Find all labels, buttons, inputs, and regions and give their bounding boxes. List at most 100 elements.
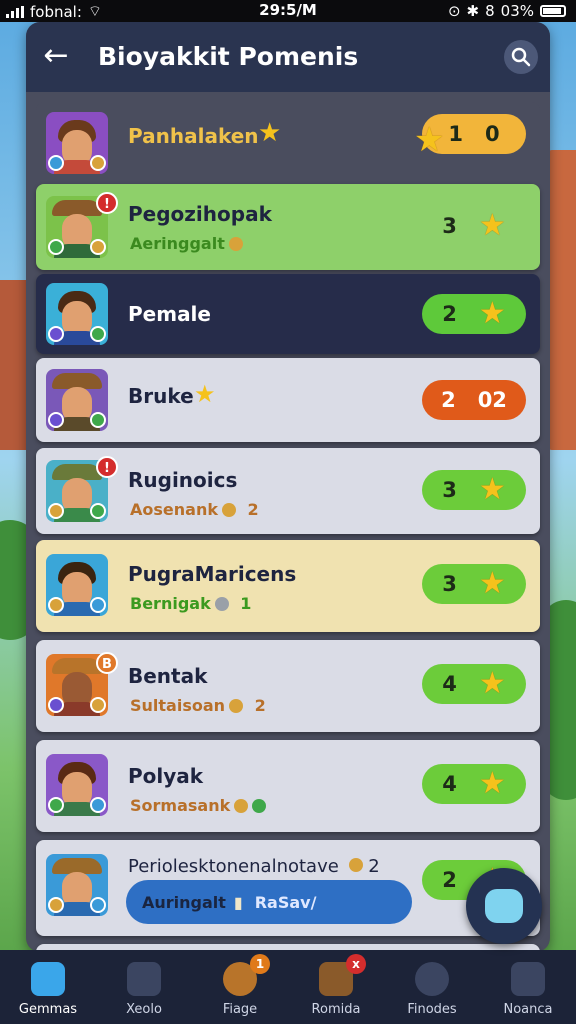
score-pill: 4 ★ [422, 664, 526, 704]
player-name: Periolesktonenalnotave 2 [128, 856, 380, 877]
toast-right-text: RaSav/ [254, 892, 317, 912]
house-icon [127, 962, 161, 996]
list-item[interactable]: Panhalaken ★ 1 0 ★ [36, 102, 540, 188]
avatar [46, 369, 108, 431]
list-item[interactable]: PugraMaricens Bernigak 1 3 ★ [36, 540, 540, 632]
player-name-number: 2 [368, 856, 380, 877]
refresh-icon [415, 962, 449, 996]
list-item[interactable]: Polyak Sormasank 4 ★ [36, 740, 540, 832]
player-name: Bentak [128, 664, 208, 688]
score-pill: 2 02 [422, 380, 526, 420]
score-value: 4 [442, 672, 457, 696]
bluetooth-icon: ✱ [466, 2, 480, 20]
nav-item-finodes[interactable]: Finodes [384, 950, 480, 1024]
player-name: PugraMaricens [128, 562, 297, 586]
notification-badge: ! [96, 456, 118, 478]
nav-badge: x [346, 954, 366, 974]
score-pill: 2 ★ [422, 294, 526, 334]
list-item[interactable]: B Bentak Sultaisoan 2 4 ★ [36, 640, 540, 732]
subtitle-text: Bernigak [130, 594, 211, 613]
nav-item-xeolo[interactable]: Xeolo [96, 950, 192, 1024]
page-title: Bioyakkit Pomenis [98, 42, 359, 71]
chat-icon [485, 889, 523, 923]
bottom-nav: Gemmas Xeolo 1 Fiage x Romida Finodes No… [0, 950, 576, 1024]
player-subtitle: Sultaisoan 2 [130, 696, 266, 715]
score-value: 3 [442, 572, 457, 596]
score-value: 1 [448, 122, 463, 146]
toast-bar[interactable]: Auringalt ▮ RaSav/ [126, 880, 412, 924]
camera-icon [511, 962, 545, 996]
player-name: Ruginoics [128, 468, 238, 492]
home-icon [31, 962, 65, 996]
chat-fab-button[interactable] [466, 868, 542, 944]
player-subtitle: Sormasank [130, 796, 267, 815]
list-item[interactable]: Bruke ★ 2 02 [36, 358, 540, 442]
subtitle-number: 1 [240, 594, 252, 613]
player-subtitle: Bernigak 1 [130, 594, 251, 613]
toast-left-text: Auringalt [142, 892, 226, 912]
alarm-icon: ⊙ [447, 2, 461, 20]
player-name-text: Periolesktonenalnotave [128, 856, 339, 877]
battery-percent: 03% [500, 2, 534, 20]
player-name: Polyak [128, 764, 204, 788]
avatar [46, 754, 108, 816]
score-value: 2 [442, 302, 457, 326]
nav-label: Finodes [407, 1002, 457, 1017]
list-item[interactable]: ! Ruginoics Aosenank 2 3 ★ [36, 448, 540, 534]
subtitle-text: Sormasank [130, 796, 231, 815]
score-pill: 3 ★ [422, 206, 526, 246]
coin-icon [252, 799, 267, 813]
score-pill: 3 ★ [422, 470, 526, 510]
player-name: Pemale [128, 302, 211, 326]
nav-label: Noanca [503, 1002, 553, 1017]
nav-item-gemmas[interactable]: Gemmas [0, 950, 96, 1024]
star-icon: ★ [194, 380, 216, 408]
nav-badge: 1 [250, 954, 270, 974]
subtitle-number: 2 [254, 696, 266, 715]
avatar [46, 854, 108, 916]
player-name: Panhalaken [128, 124, 259, 148]
list-item[interactable]: ! Pegozihopak Aeringgalt 3 ★ [36, 184, 540, 270]
score-secondary: 0 [485, 122, 500, 146]
list-item[interactable]: Pemale 2 ★ [36, 274, 540, 354]
notification-badge: B [96, 652, 118, 674]
nav-item-noanca[interactable]: Noanca [480, 950, 576, 1024]
score-value: 3 [442, 214, 457, 238]
score-pill: 4 ★ [422, 764, 526, 804]
player-name: Bruke [128, 384, 194, 408]
notification-badge: ! [96, 192, 118, 214]
coin-icon [234, 799, 249, 813]
nav-label: Gemmas [18, 1002, 78, 1017]
star-icon: ★ [414, 120, 445, 160]
star-icon: ★ [478, 566, 506, 601]
player-subtitle: Aosenank 2 [130, 500, 259, 519]
coin-icon [348, 858, 363, 872]
coin-icon [229, 699, 244, 713]
search-button[interactable] [504, 40, 538, 74]
coin-icon [214, 597, 229, 611]
score-value: 2 [441, 388, 456, 412]
nav-item-fiage[interactable]: 1 Fiage [192, 950, 288, 1024]
house-right [546, 150, 576, 450]
coin-icon [221, 503, 236, 517]
score-pill: 3 ★ [422, 564, 526, 604]
search-icon [511, 47, 531, 67]
subtitle-text: Aosenank [130, 500, 218, 519]
star-icon: ★ [478, 296, 506, 331]
star-icon: ★ [478, 472, 506, 507]
avatar [46, 283, 108, 345]
score-value: 3 [442, 478, 457, 502]
star-icon: ★ [478, 766, 506, 801]
score-value: 2 [442, 868, 457, 892]
tool-icon: ▮ [233, 892, 243, 912]
star-icon: ★ [478, 666, 506, 701]
nav-item-romida[interactable]: x Romida [288, 950, 384, 1024]
nav-label: Xeolo [126, 1002, 162, 1017]
nav-label: Romida [311, 1002, 361, 1017]
subtitle-text: Aeringgalt [130, 234, 225, 253]
battery-icon [540, 5, 566, 17]
header-bar: ← Bioyakkit Pomenis [26, 22, 550, 92]
coin-icon [228, 237, 243, 251]
avatar [46, 554, 108, 616]
back-button[interactable]: ← [38, 39, 74, 75]
